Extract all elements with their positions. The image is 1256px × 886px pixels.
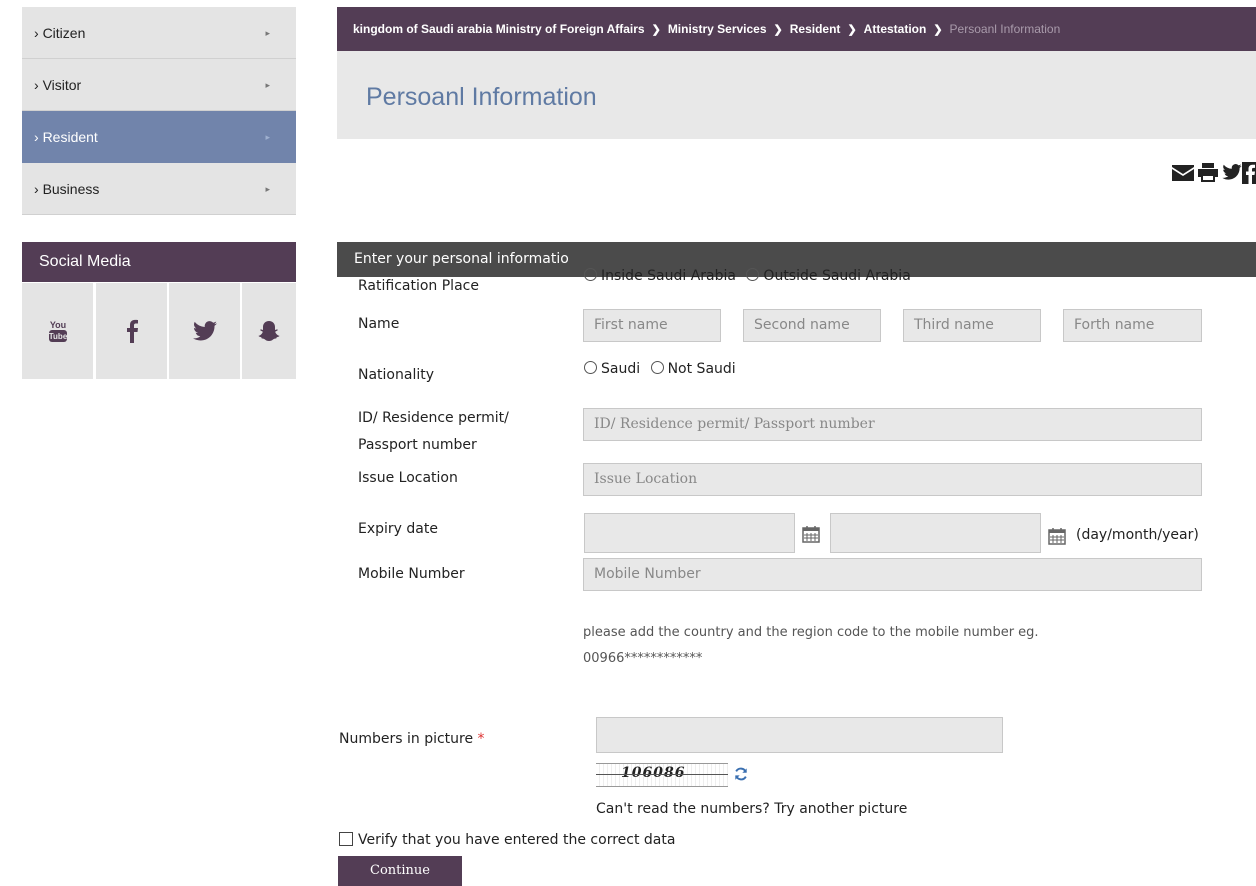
radio-label-saudi: Saudi	[601, 361, 641, 377]
radio-outside-saudi-arabia[interactable]	[746, 268, 760, 281]
sidebar-item-label: Visitor	[42, 77, 82, 93]
captcha-code: 106086	[621, 765, 686, 781]
radio-label-not-saudi: Not Saudi	[667, 361, 736, 377]
id-label-line2: Passport number	[358, 437, 477, 453]
sidebar-item-resident[interactable]: › Resident ▸	[22, 111, 296, 163]
sidebar-item-label: Citizen	[42, 25, 86, 41]
twitter-link[interactable]	[169, 283, 240, 379]
date-format-hint: (day/month/year)	[1076, 527, 1199, 543]
ratification-place-label: Ratification Place	[358, 278, 479, 294]
snapchat-link[interactable]	[242, 283, 296, 379]
nationality-label: Nationality	[358, 367, 435, 383]
facebook-link[interactable]	[96, 283, 167, 379]
youtube-link[interactable]: You Tube	[22, 283, 93, 379]
radio-label-inside: Inside Saudi Arabia	[601, 268, 736, 284]
facebook-icon	[126, 319, 138, 343]
chevron-right-icon: ❯	[773, 24, 783, 36]
breadcrumb-link-ministry-services[interactable]: Ministry Services	[668, 22, 767, 36]
chevron-right-icon: ❯	[933, 24, 943, 36]
breadcrumb: kingdom of Saudi arabia Ministry of Fore…	[337, 7, 1256, 51]
snapchat-icon	[258, 321, 280, 341]
breadcrumb-link-attestation[interactable]: Attestation	[864, 22, 927, 36]
svg-text:You: You	[49, 320, 65, 330]
captcha-refresh-link[interactable]: Can't read the numbers? Try another pict…	[596, 801, 907, 817]
name-label: Name	[358, 316, 400, 332]
issue-location-input[interactable]: Issue Location	[583, 463, 1202, 496]
breadcrumb-current: Persoanl Information	[949, 22, 1061, 36]
expiry-date-label: Expiry date	[358, 521, 438, 537]
radio-inside-saudi-arabia[interactable]	[584, 268, 597, 281]
refresh-icon[interactable]	[734, 767, 748, 781]
chevron-right-icon: ›	[34, 181, 39, 197]
chevron-right-icon: ›	[34, 129, 39, 145]
twitter-icon[interactable]	[1222, 164, 1242, 180]
id-label-line1: ID/ Residence permit/	[358, 410, 509, 426]
mobile-hint-line2: 00966************	[583, 651, 703, 666]
page-title: Persoanl Information	[366, 83, 597, 111]
mobile-number-label: Mobile Number	[358, 566, 465, 582]
third-name-input[interactable]: Third name	[903, 309, 1041, 342]
mobile-hint-line1: please add the country and the region co…	[583, 625, 1039, 640]
print-icon[interactable]	[1198, 162, 1218, 182]
sidebar-item-label: Business	[42, 181, 100, 197]
nationality-radio-group: Saudi Not Saudi	[584, 361, 736, 377]
second-name-input[interactable]: Second name	[743, 309, 881, 342]
expiry-date-input-1[interactable]	[584, 513, 795, 553]
verify-checkbox[interactable]	[339, 832, 353, 846]
forth-name-input[interactable]: Forth name	[1063, 309, 1202, 342]
svg-text:Tube: Tube	[49, 332, 67, 341]
caret-right-icon: ▸	[265, 184, 270, 194]
id-number-input[interactable]: ID/ Residence permit/ Passport number	[583, 408, 1202, 441]
ratification-radio-group: Inside Saudi Arabia Outside Saudi Arabia	[584, 268, 911, 284]
facebook-icon[interactable]	[1242, 162, 1256, 184]
chevron-right-icon: ›	[34, 77, 39, 93]
caret-right-icon: ▸	[265, 80, 270, 90]
sidebar-item-business[interactable]: › Business ▸	[22, 163, 296, 215]
sidebar-item-label: Resident	[42, 129, 98, 145]
radio-saudi[interactable]	[584, 361, 597, 374]
sidebar-item-visitor[interactable]: › Visitor ▸	[22, 59, 296, 111]
issue-location-label: Issue Location	[358, 470, 458, 486]
chevron-right-icon: ›	[34, 25, 39, 41]
chevron-right-icon: ❯	[847, 24, 857, 36]
social-media-heading: Social Media	[22, 242, 296, 282]
verify-label: Verify that you have entered the correct…	[358, 832, 676, 848]
calendar-icon[interactable]	[1048, 527, 1066, 545]
mail-icon[interactable]	[1172, 164, 1194, 182]
required-marker: *	[477, 731, 485, 747]
mobile-number-input[interactable]: Mobile Number	[583, 558, 1202, 591]
sidebar-item-citizen[interactable]: › Citizen ▸	[22, 7, 296, 59]
calendar-icon[interactable]	[802, 525, 820, 543]
youtube-icon: You Tube	[48, 320, 67, 342]
chevron-right-icon: ❯	[651, 24, 661, 36]
continue-button[interactable]: Continue	[338, 856, 462, 886]
breadcrumb-link-home[interactable]: kingdom of Saudi arabia Ministry of Fore…	[353, 22, 645, 36]
caret-right-icon: ▸	[265, 28, 270, 38]
captcha-image: 106086	[596, 763, 728, 787]
captcha-label: Numbers in picture *	[339, 731, 485, 747]
twitter-icon	[192, 321, 217, 341]
first-name-input[interactable]: First name	[583, 309, 721, 342]
radio-label-outside: Outside Saudi Arabia	[763, 268, 911, 284]
radio-not-saudi[interactable]	[650, 361, 664, 374]
captcha-input[interactable]	[596, 717, 1003, 753]
caret-right-icon: ▸	[265, 132, 270, 142]
expiry-date-input-2[interactable]	[830, 513, 1041, 553]
breadcrumb-link-resident[interactable]: Resident	[790, 22, 841, 36]
captcha-label-text: Numbers in picture	[339, 731, 474, 747]
